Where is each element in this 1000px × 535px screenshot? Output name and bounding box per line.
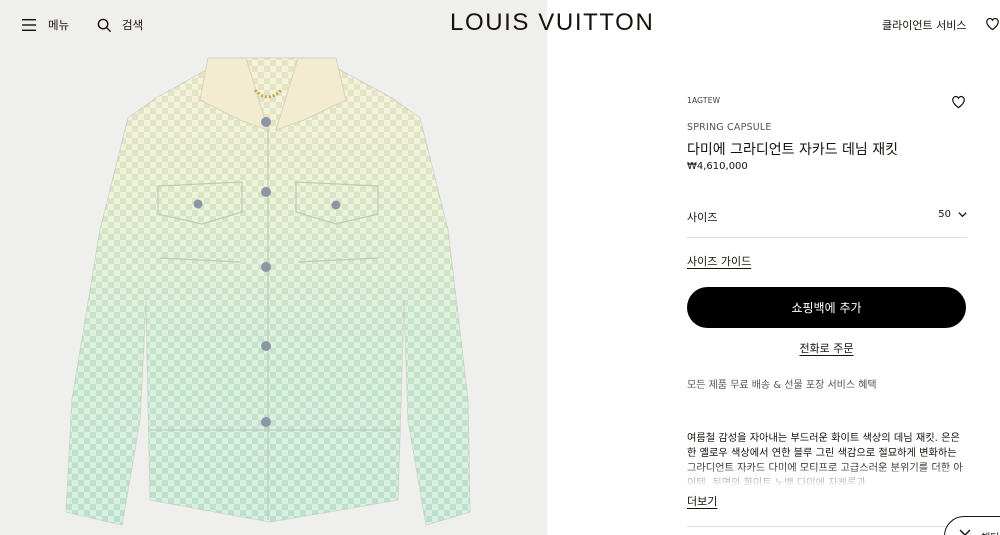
brand-logo[interactable]: LOUIS VUITTON bbox=[450, 9, 654, 37]
search-button[interactable]: 검색 bbox=[97, 14, 143, 36]
phone-order-row: 전화로 주문 bbox=[687, 340, 966, 356]
product-sku: 1AGTEW bbox=[687, 96, 721, 105]
size-value: 50 bbox=[938, 209, 951, 220]
size-selector[interactable]: 사이즈 50 bbox=[687, 196, 967, 238]
product-info-panel: 1AGTEW SPRING CAPSULE 다미에 그라디언트 자카드 데님 재… bbox=[687, 0, 967, 535]
chat-label: 채팅 bbox=[981, 529, 999, 535]
jacket-illustration bbox=[65, 57, 471, 526]
product-title: 다미에 그라디언트 자카드 데님 재킷 bbox=[687, 142, 898, 158]
product-collection: SPRING CAPSULE bbox=[687, 122, 772, 133]
add-to-wishlist-heart-icon[interactable] bbox=[951, 95, 966, 109]
menu-label: 메뉴 bbox=[48, 18, 70, 32]
hamburger-icon bbox=[22, 19, 36, 31]
description-fade bbox=[687, 462, 967, 486]
read-more-link[interactable]: 더보기 bbox=[687, 493, 717, 509]
chevron-down-icon bbox=[958, 212, 967, 218]
size-guide-link[interactable]: 사이즈 가이드 bbox=[687, 253, 751, 269]
product-image[interactable] bbox=[0, 0, 547, 535]
shipping-note: 모든 제품 무료 배송 & 선물 포장 서비스 혜택 bbox=[687, 380, 877, 391]
wishlist-heart-icon[interactable] bbox=[985, 17, 1000, 31]
chat-button[interactable]: 채팅 bbox=[944, 516, 1000, 535]
menu-button[interactable]: 메뉴 bbox=[22, 14, 69, 36]
search-label: 검색 bbox=[122, 18, 144, 32]
close-icon bbox=[959, 529, 971, 535]
size-label: 사이즈 bbox=[687, 211, 718, 224]
divider bbox=[687, 526, 967, 527]
phone-order-link[interactable]: 전화로 주문 bbox=[799, 342, 853, 355]
product-price: ₩4,610,000 bbox=[687, 161, 748, 172]
add-to-bag-button[interactable]: 쇼핑백에 추가 bbox=[687, 287, 966, 328]
search-icon bbox=[97, 18, 112, 32]
